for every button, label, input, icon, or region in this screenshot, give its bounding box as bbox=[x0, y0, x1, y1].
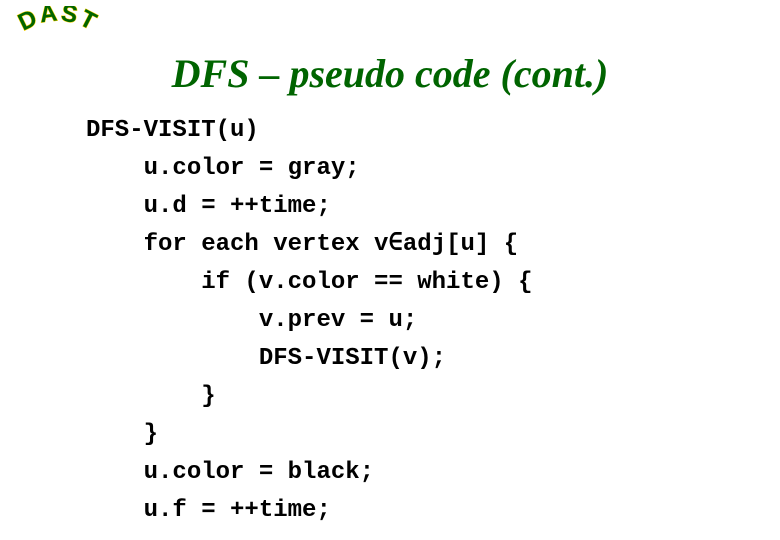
dast-logo: DAST bbox=[8, 6, 108, 50]
slide: DAST DFS – pseudo code (cont.) DFS-VISIT… bbox=[0, 0, 780, 540]
logo-text: DAST bbox=[14, 6, 102, 37]
svg-text:DAST: DAST bbox=[14, 6, 102, 37]
pseudocode-block: DFS-VISIT(u) u.color = gray; u.d = ++tim… bbox=[86, 112, 726, 530]
slide-title: DFS – pseudo code (cont.) bbox=[0, 50, 780, 97]
